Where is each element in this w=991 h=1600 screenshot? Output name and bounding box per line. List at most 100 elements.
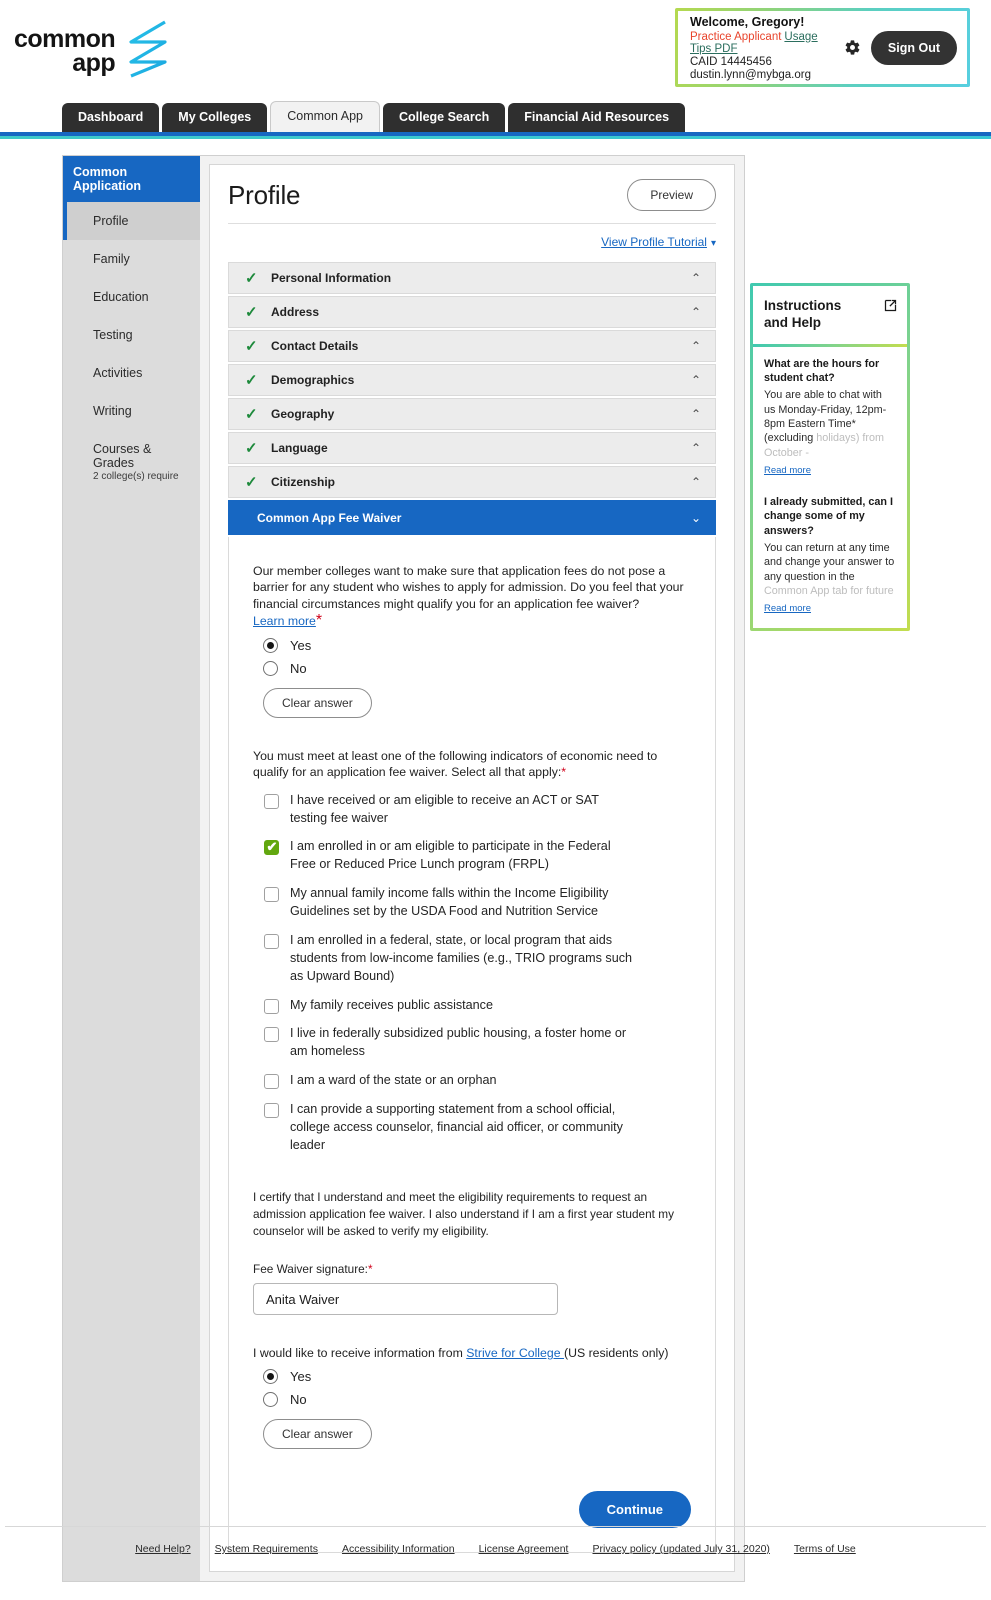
tab-financial-aid-resources[interactable]: Financial Aid Resources bbox=[508, 102, 686, 132]
page-title: Profile bbox=[228, 179, 301, 210]
indicator-option-label: I am enrolled in a federal, state, or lo… bbox=[290, 932, 633, 983]
accordion-section-contact-details[interactable]: ✓ Contact Details ⌃ bbox=[228, 330, 716, 362]
accordion-section-demographics[interactable]: ✓ Demographics ⌃ bbox=[228, 364, 716, 396]
tab-common-app[interactable]: Common App bbox=[270, 100, 380, 132]
fee-waiver-radio-no[interactable]: No bbox=[253, 661, 691, 677]
strive-radio-no-indicator[interactable] bbox=[263, 1392, 278, 1408]
sidebar-item-profile[interactable]: Profile bbox=[63, 202, 200, 240]
indicator-option[interactable]: My family receives public assistance bbox=[253, 997, 691, 1015]
continue-button[interactable]: Continue bbox=[578, 1491, 691, 1529]
strive-radio-no[interactable]: No bbox=[253, 1392, 691, 1408]
chevron-down-icon[interactable]: ▾ bbox=[711, 238, 716, 249]
checkbox-icon[interactable] bbox=[264, 887, 279, 903]
chevron-up-icon[interactable]: ⌃ bbox=[691, 305, 701, 319]
accordion-section-label: Geography bbox=[271, 407, 335, 421]
accordion-section-label: Demographics bbox=[271, 373, 355, 387]
tab-my-colleges[interactable]: My Colleges bbox=[162, 102, 268, 132]
footer-link-license-agreement[interactable]: License Agreement bbox=[479, 1543, 569, 1555]
accordion-section-address[interactable]: ✓ Address ⌃ bbox=[228, 296, 716, 328]
chevron-up-icon[interactable]: ⌃ bbox=[691, 339, 701, 353]
learn-more-link[interactable]: Learn more bbox=[253, 614, 316, 628]
strive-for-college-link[interactable]: Strive for College bbox=[466, 1346, 564, 1360]
sidebar-item-label: Testing bbox=[93, 328, 133, 342]
radio-no-label: No bbox=[290, 661, 307, 677]
sidebar-item-writing[interactable]: Writing bbox=[63, 392, 200, 430]
sidebar-item-courses-grades[interactable]: Courses & Grades 2 college(s) require bbox=[63, 430, 200, 494]
chevron-up-icon[interactable]: ⌃ bbox=[691, 407, 701, 421]
profile-accordion: ✓ Personal Information ⌃ ✓ Address ⌃ ✓ Contact … bbox=[228, 262, 716, 535]
sidebar-item-family[interactable]: Family bbox=[63, 240, 200, 278]
footer-link-system-requirements[interactable]: System Requirements bbox=[215, 1543, 318, 1555]
fee-waiver-radio-yes[interactable]: Yes bbox=[253, 638, 691, 654]
checkbox-icon[interactable] bbox=[264, 793, 279, 809]
indicator-option[interactable]: I am enrolled in a federal, state, or lo… bbox=[253, 932, 691, 986]
view-profile-tutorial-link[interactable]: View Profile Tutorial bbox=[601, 235, 707, 249]
read-more-link[interactable]: Read more bbox=[764, 603, 811, 614]
indicator-option[interactable]: I am enrolled in or am eligible to parti… bbox=[253, 838, 691, 874]
clear-answer-button-strive[interactable]: Clear answer bbox=[263, 1419, 372, 1450]
preview-button[interactable]: Preview bbox=[627, 179, 716, 211]
checkbox-icon[interactable] bbox=[264, 998, 279, 1014]
radio-yes-indicator[interactable] bbox=[263, 638, 278, 654]
sidebar-item-label: Activities bbox=[93, 366, 143, 380]
welcome-panel: Welcome, Gregory! Practice Applicant Usag… bbox=[675, 8, 970, 87]
strive-radio-yes-indicator[interactable] bbox=[263, 1369, 278, 1385]
faq-answer-truncated-text: Common App tab for future bbox=[764, 584, 894, 597]
strive-radio-yes[interactable]: Yes bbox=[253, 1369, 691, 1385]
indicator-option[interactable]: I live in federally subsidized public ho… bbox=[253, 1025, 691, 1061]
read-more-row: Read more bbox=[764, 460, 896, 478]
chevron-up-icon[interactable]: ⌃ bbox=[691, 441, 701, 455]
help-title-line2: and Help bbox=[764, 314, 822, 330]
checkbox-icon[interactable] bbox=[264, 1074, 279, 1090]
checkbox-icon[interactable] bbox=[264, 933, 279, 949]
profile-header: Profile Preview bbox=[228, 179, 716, 224]
checkbox-checked-icon[interactable] bbox=[264, 839, 279, 856]
faq-spacer bbox=[764, 478, 896, 495]
faq-answer: You are able to chat with us Monday-Frid… bbox=[764, 388, 896, 460]
common-app-logo[interactable]: common app bbox=[14, 20, 167, 83]
help-faq-list: What are the hours for student chat? You … bbox=[753, 347, 907, 628]
sidebar-item-testing[interactable]: Testing bbox=[63, 316, 200, 354]
signature-required-asterisk: * bbox=[367, 1262, 373, 1276]
tab-college-search[interactable]: College Search bbox=[382, 102, 506, 132]
application-sidebar: Common Application Profile Family Educatio… bbox=[63, 156, 200, 1582]
chevron-up-icon[interactable]: ⌃ bbox=[691, 271, 701, 285]
indicator-option[interactable]: I can provide a supporting statement fro… bbox=[253, 1101, 691, 1155]
chevron-down-icon[interactable]: ⌄ bbox=[691, 511, 701, 525]
sidebar-item-sublabel: 2 college(s) require bbox=[93, 471, 179, 482]
fee-waiver-signature-input[interactable] bbox=[253, 1283, 558, 1315]
radio-no-indicator[interactable] bbox=[263, 661, 278, 677]
accordion-section-language[interactable]: ✓ Language ⌃ bbox=[228, 432, 716, 464]
sign-out-button[interactable]: Sign Out bbox=[870, 30, 957, 65]
external-link-icon[interactable] bbox=[883, 298, 898, 318]
indicator-option[interactable]: I am a ward of the state or an orphan bbox=[253, 1072, 691, 1090]
footer-link-terms-of-use[interactable]: Terms of Use bbox=[794, 1543, 856, 1555]
accordion-section-geography[interactable]: ✓ Geography ⌃ bbox=[228, 398, 716, 430]
accordion-section-personal-information[interactable]: ✓ Personal Information ⌃ bbox=[228, 262, 716, 294]
strive-radio-yes-label: Yes bbox=[290, 1369, 312, 1385]
footer-link-need-help[interactable]: Need Help? bbox=[135, 1543, 190, 1555]
help-header: Instructions and Help bbox=[753, 286, 907, 344]
indicator-option-label: I can provide a supporting statement fro… bbox=[290, 1102, 623, 1152]
accordion-section-citizenship[interactable]: ✓ Citizenship ⌃ bbox=[228, 466, 716, 498]
footer-link-privacy-policy-updated-july-31-2020[interactable]: Privacy policy (updated July 31, 2020) bbox=[592, 1543, 769, 1555]
gear-icon[interactable] bbox=[841, 36, 865, 60]
read-more-link[interactable]: Read more bbox=[764, 465, 811, 476]
indicator-option-label: My family receives public assistance bbox=[290, 997, 493, 1012]
indicator-option-label: I am enrolled in or am eligible to parti… bbox=[290, 839, 611, 872]
sidebar-item-activities[interactable]: Activities bbox=[63, 354, 200, 392]
chevron-up-icon[interactable]: ⌃ bbox=[691, 475, 701, 489]
tab-dashboard[interactable]: Dashboard bbox=[62, 102, 160, 132]
faq-question: I already submitted, can I change some o… bbox=[764, 496, 894, 537]
checkbox-icon[interactable] bbox=[264, 1027, 279, 1043]
section-complete-check-icon: ✓ bbox=[245, 304, 258, 321]
accordion-section-common-app-fee-waiver[interactable]: Common App Fee Waiver ⌄ bbox=[228, 500, 716, 535]
clear-answer-button-fee-waiver[interactable]: Clear answer bbox=[263, 688, 372, 719]
indicator-option[interactable]: My annual family income falls within the… bbox=[253, 885, 691, 921]
application-shell: Common Application Profile Family Educatio… bbox=[62, 155, 745, 1583]
checkbox-icon[interactable] bbox=[264, 1103, 279, 1119]
chevron-up-icon[interactable]: ⌃ bbox=[691, 373, 701, 387]
sidebar-item-education[interactable]: Education bbox=[63, 278, 200, 316]
indicator-option[interactable]: I have received or am eligible to receiv… bbox=[253, 792, 691, 828]
footer-link-accessibility-information[interactable]: Accessibility Information bbox=[342, 1543, 455, 1555]
